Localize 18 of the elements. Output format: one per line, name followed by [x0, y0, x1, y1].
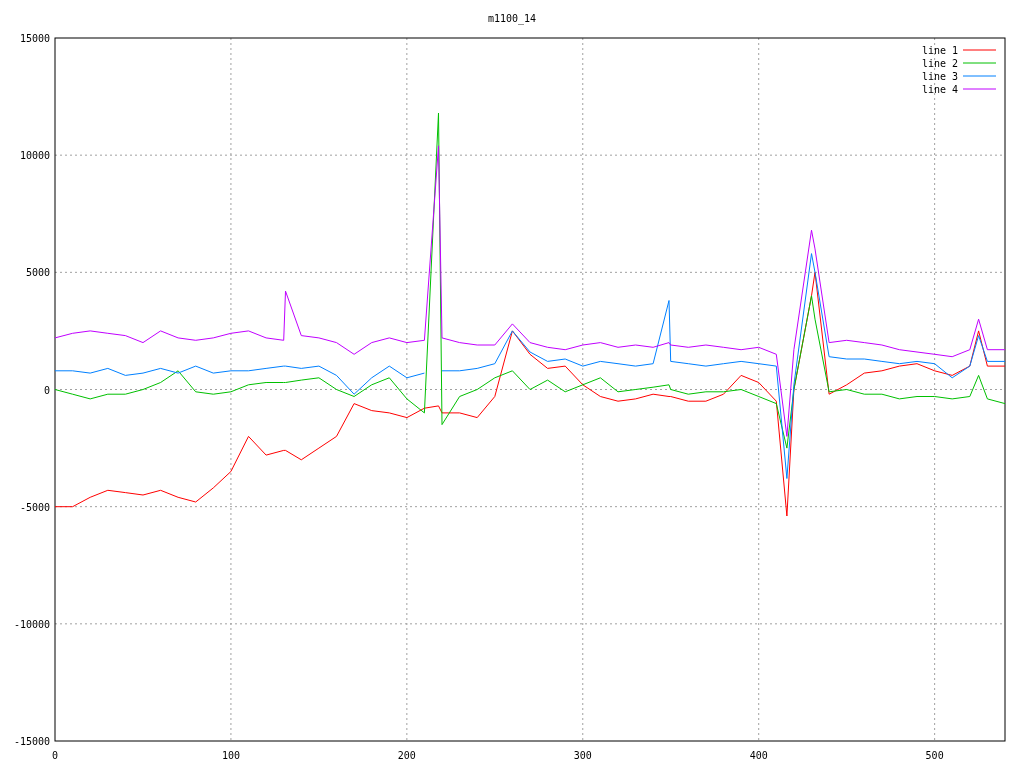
x-tick-label: 400	[749, 750, 768, 761]
x-tick-label: 0	[52, 750, 58, 761]
y-tick-label: -5000	[19, 501, 50, 513]
x-tick-label: 500	[925, 750, 944, 761]
legend-label: line 4	[921, 84, 958, 95]
y-tick-label: 10000	[19, 150, 50, 162]
y-tick-label: 0	[43, 384, 50, 396]
x-tick-label: 200	[397, 750, 416, 761]
x-tick-label: 100	[221, 750, 240, 761]
y-tick-label: 5000	[25, 267, 50, 279]
y-tick-label: -15000	[13, 736, 50, 747]
legend-label: line 3	[921, 71, 958, 82]
y-tick-label: 15000	[19, 33, 50, 44]
x-tick-label: 300	[573, 750, 592, 761]
y-tick-label: -10000	[13, 618, 50, 630]
chart-title: m1100_14	[487, 13, 537, 24]
legend-label: line 1	[921, 45, 958, 56]
legend-label: line 2	[921, 58, 958, 69]
